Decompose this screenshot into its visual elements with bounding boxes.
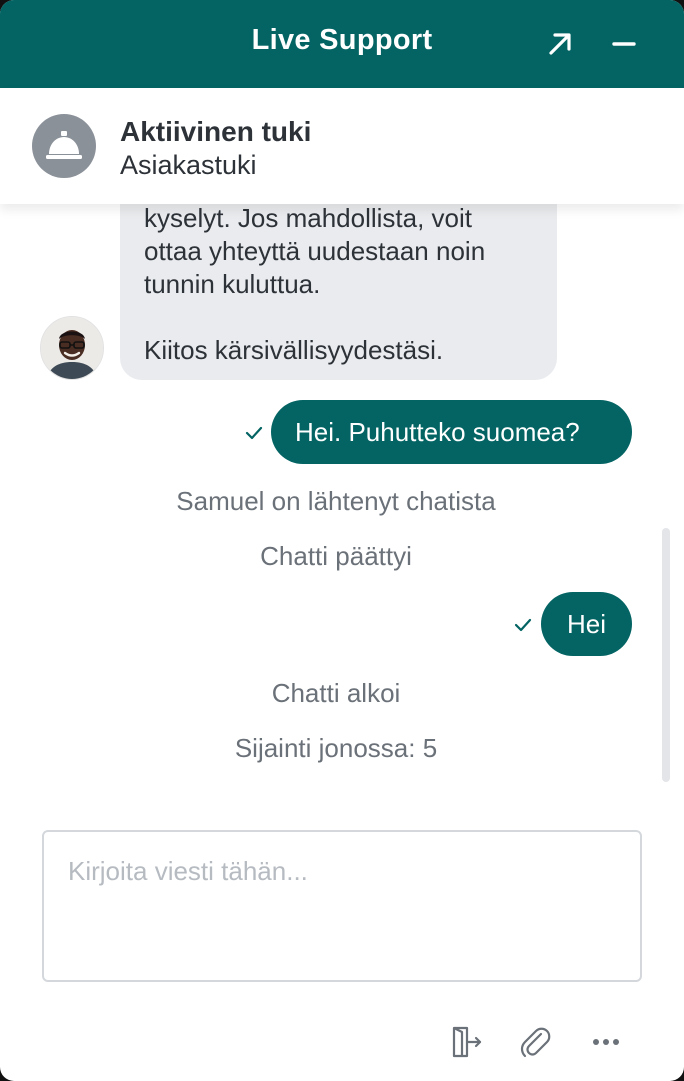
message-line: Kiitos kärsivällisyydestäsi.: [144, 335, 444, 365]
message-line: kyselyt. Jos mahdollista, voit: [144, 204, 473, 233]
expand-button[interactable]: [540, 24, 580, 64]
expand-arrow-icon: [549, 33, 571, 55]
operator-avatar: [40, 316, 104, 380]
more-options-icon: [593, 1039, 619, 1045]
minimize-icon: [612, 42, 636, 46]
checkmark-icon: [245, 426, 263, 440]
message-line: ottaa yhteyttä uudestaan noin: [144, 236, 486, 266]
attach-file-button[interactable]: [517, 1024, 553, 1060]
exit-chat-button[interactable]: [448, 1024, 484, 1060]
agent-department: Asiakastuki: [120, 150, 257, 180]
chat-widget: Live Support Aktiivinen tuki Asiakastuki: [0, 0, 684, 1081]
agent-avatar: [32, 114, 96, 178]
outgoing-message: Hei. Puhutteko suomea?: [271, 400, 632, 464]
title-bar: Live Support: [0, 0, 684, 88]
more-options-button[interactable]: [588, 1024, 624, 1060]
paperclip-icon: [520, 1027, 551, 1058]
queue-position-message: Sijainti jonossa: 5: [234, 733, 438, 763]
exit-chat-icon: [452, 1026, 482, 1058]
window-title: Live Support: [251, 24, 433, 56]
checkmark-icon: [514, 618, 532, 632]
scrollbar[interactable]: [662, 528, 670, 782]
incoming-message: kyselyt. Jos mahdollista, voit ottaa yht…: [120, 204, 557, 380]
message-line: tunnin kuluttua.: [144, 269, 321, 299]
message-input[interactable]: [44, 832, 640, 980]
agent-header: Aktiivinen tuki Asiakastuki: [0, 88, 684, 204]
message-line-break: [144, 301, 533, 334]
minimize-button[interactable]: [604, 24, 644, 64]
message-list[interactable]: kyselyt. Jos mahdollista, voit ottaa yht…: [0, 204, 684, 794]
system-message: Chatti alkoi: [271, 678, 401, 708]
system-message: Chatti päättyi: [260, 541, 412, 571]
operator-photo-icon: [41, 317, 103, 379]
service-bell-icon: [46, 131, 82, 159]
outgoing-message: Hei: [541, 592, 632, 656]
message-composer: [42, 830, 642, 982]
agent-name: Aktiivinen tuki: [120, 116, 312, 147]
system-message: Samuel on lähtenyt chatista: [176, 486, 496, 516]
